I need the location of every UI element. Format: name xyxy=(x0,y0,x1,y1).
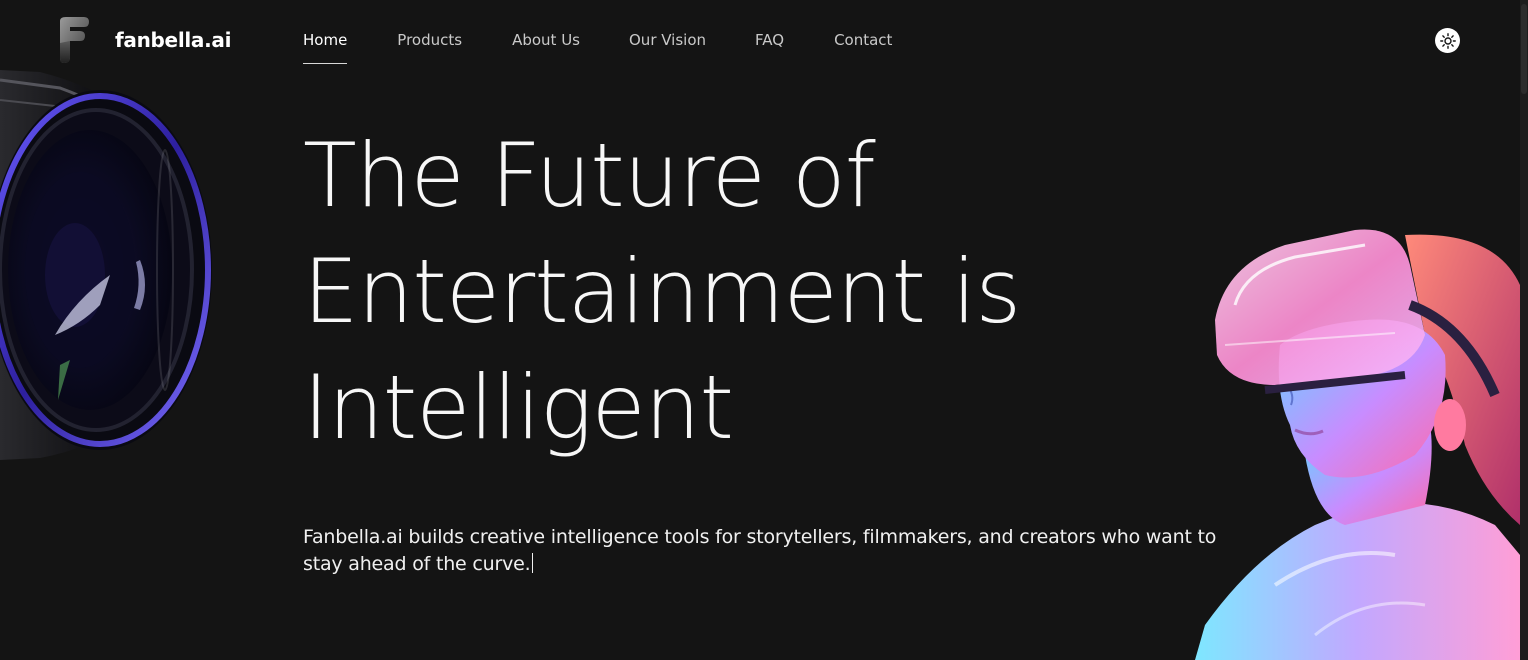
nav-item-faq[interactable]: FAQ xyxy=(755,31,784,49)
nav-item-products[interactable]: Products xyxy=(397,31,462,49)
main-nav: Home Products About Us Our Vision FAQ Co… xyxy=(303,31,892,64)
logo-f-mark-icon xyxy=(60,17,89,63)
camera-lens-image xyxy=(0,70,212,460)
nav-item-about-us[interactable]: About Us xyxy=(512,31,580,49)
typing-caret xyxy=(532,553,534,573)
hero-title: The Future of Entertainment is Intellige… xyxy=(303,118,1163,466)
page-scrollbar[interactable] xyxy=(1520,0,1528,660)
nav-item-our-vision[interactable]: Our Vision xyxy=(629,31,706,49)
hero-subtitle-text: Fanbella.ai builds creative intelligence… xyxy=(303,526,1217,575)
brand-logo[interactable]: fanbella.ai xyxy=(58,17,231,63)
scrollbar-thumb[interactable] xyxy=(1521,4,1527,94)
nav-item-home[interactable]: Home xyxy=(303,31,348,64)
hero-title-line-3: Intelligent xyxy=(303,356,734,459)
sun-icon xyxy=(1439,32,1456,49)
hero-title-line-1: The Future of xyxy=(303,124,876,227)
hero-title-line-2: Entertainment is xyxy=(303,240,1021,343)
vr-headset-woman-image xyxy=(1195,229,1520,660)
nav-item-contact[interactable]: Contact xyxy=(834,31,892,49)
brand-name: fanbella.ai xyxy=(115,28,232,52)
theme-toggle-button[interactable] xyxy=(1435,28,1460,53)
landing-page: fanbella.ai Home Products About Us Our V… xyxy=(0,0,1528,660)
hero-subtitle: Fanbella.ai builds creative intelligence… xyxy=(303,524,1233,578)
